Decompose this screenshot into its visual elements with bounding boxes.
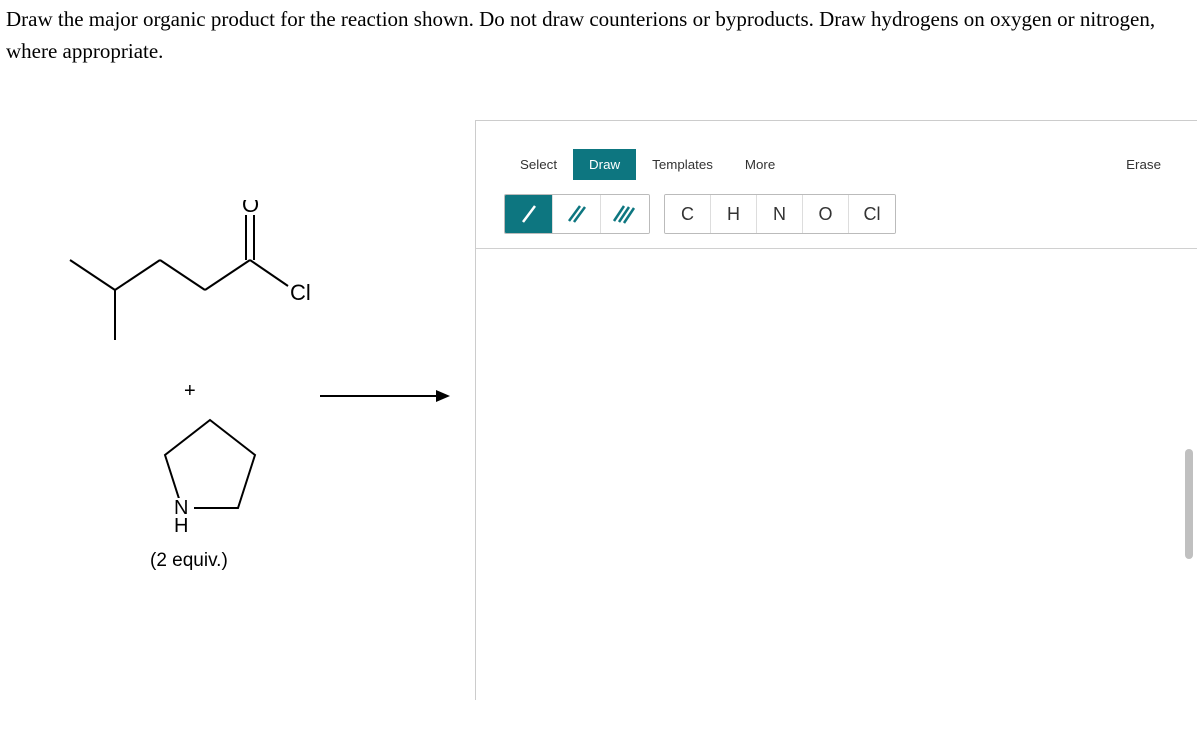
element-O-button[interactable]: O	[803, 195, 849, 233]
element-C-button[interactable]: C	[665, 195, 711, 233]
more-mode-button[interactable]: More	[729, 149, 791, 180]
equivalents-label: (2 equiv.)	[150, 550, 228, 572]
element-H-button[interactable]: H	[711, 195, 757, 233]
plus-symbol: +	[184, 380, 196, 403]
drawing-panel: Select Draw Templates More Erase	[475, 120, 1197, 700]
scrollbar-thumb[interactable]	[1185, 449, 1193, 559]
element-N-button[interactable]: N	[757, 195, 803, 233]
select-mode-button[interactable]: Select	[504, 149, 573, 180]
bond-tool-group	[504, 194, 650, 234]
triple-bond-button[interactable]	[601, 195, 649, 233]
templates-mode-button[interactable]: Templates	[636, 149, 729, 180]
reactant-pyrrolidine: N H	[150, 410, 270, 545]
element-Cl-button[interactable]: Cl	[849, 195, 895, 233]
toolbar: Select Draw Templates More Erase	[476, 121, 1197, 249]
hydrogen-label: H	[174, 515, 188, 537]
erase-button[interactable]: Erase	[1110, 149, 1177, 180]
element-button-group: C H N O Cl	[664, 194, 896, 234]
oxygen-label: O	[242, 200, 259, 217]
question-prompt: Draw the major organic product for the r…	[0, 0, 1200, 67]
reaction-arrow	[320, 386, 450, 411]
chlorine-label: Cl	[290, 280, 311, 305]
reactant-acyl-chloride: O Cl	[60, 200, 320, 355]
drawing-canvas[interactable]	[476, 249, 1197, 729]
double-bond-button[interactable]	[553, 195, 601, 233]
draw-mode-button[interactable]: Draw	[573, 149, 636, 180]
single-bond-button[interactable]	[505, 195, 553, 233]
